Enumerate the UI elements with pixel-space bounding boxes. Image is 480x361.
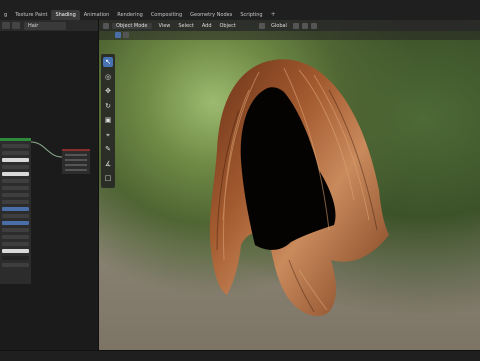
workspace-tab[interactable]: Rendering xyxy=(113,10,147,20)
menu-view[interactable]: View xyxy=(155,23,175,29)
menu-add[interactable]: Add xyxy=(198,23,216,29)
select-extend-icon[interactable] xyxy=(123,32,129,38)
hair-model xyxy=(209,59,389,316)
transform-tool-icon[interactable]: ⌖ xyxy=(103,130,113,140)
viewport-sub-header xyxy=(99,31,480,40)
workspace-tab[interactable]: Compositing xyxy=(147,10,186,20)
material-output-node[interactable] xyxy=(62,149,90,174)
workspace-tabs: g Texture Paint Shading Animation Rendering C… xyxy=(0,10,280,20)
add-workspace-button[interactable]: + xyxy=(267,10,280,20)
snap-icon[interactable] xyxy=(301,22,308,29)
editor-type-icon[interactable] xyxy=(103,22,109,29)
status-bar xyxy=(0,350,480,361)
menu-object[interactable]: Object xyxy=(216,23,240,29)
workspace-tab[interactable]: g xyxy=(0,10,11,20)
measure-tool-icon[interactable]: ∡ xyxy=(103,159,113,169)
principled-bsdf-node[interactable] xyxy=(0,138,31,284)
viewport-header: Object Mode View Select Add Object Globa… xyxy=(99,20,480,31)
workspace-tab[interactable]: Texture Paint xyxy=(11,10,51,20)
select-tool-icon[interactable]: ↖ xyxy=(103,57,113,67)
cursor-tool-icon[interactable]: ◎ xyxy=(103,72,113,82)
rotate-tool-icon[interactable]: ↻ xyxy=(103,101,113,111)
select-mode-icon[interactable] xyxy=(115,32,121,38)
move-tool-icon[interactable]: ✥ xyxy=(103,86,113,96)
workspace-tab[interactable]: Scripting xyxy=(236,10,266,20)
workspace-tab[interactable]: Shading xyxy=(51,10,80,20)
transform-orientation-dropdown[interactable]: Global xyxy=(268,23,290,29)
top-bar: g Texture Paint Shading Animation Rendering C… xyxy=(0,0,480,21)
workspace-tab[interactable]: Animation xyxy=(80,10,114,20)
object-mode-dropdown[interactable]: Object Mode xyxy=(112,22,152,29)
proportional-edit-icon[interactable] xyxy=(310,22,317,29)
menu-select[interactable]: Select xyxy=(174,23,197,29)
3d-viewport[interactable]: Object Mode View Select Add Object Globa… xyxy=(99,20,480,350)
shader-node-editor[interactable]: Hair xyxy=(0,20,99,350)
tool-shelf: ↖ ◎ ✥ ↻ ▣ ⌖ ✎ ∡ □ xyxy=(101,54,115,188)
pivot-icon[interactable] xyxy=(292,22,299,29)
workspace-tab[interactable]: Geometry Nodes xyxy=(186,10,236,20)
scale-tool-icon[interactable]: ▣ xyxy=(103,115,113,125)
transform-orientation-icon[interactable] xyxy=(259,22,265,29)
add-cube-tool-icon[interactable]: □ xyxy=(103,173,113,183)
annotate-tool-icon[interactable]: ✎ xyxy=(103,144,113,154)
